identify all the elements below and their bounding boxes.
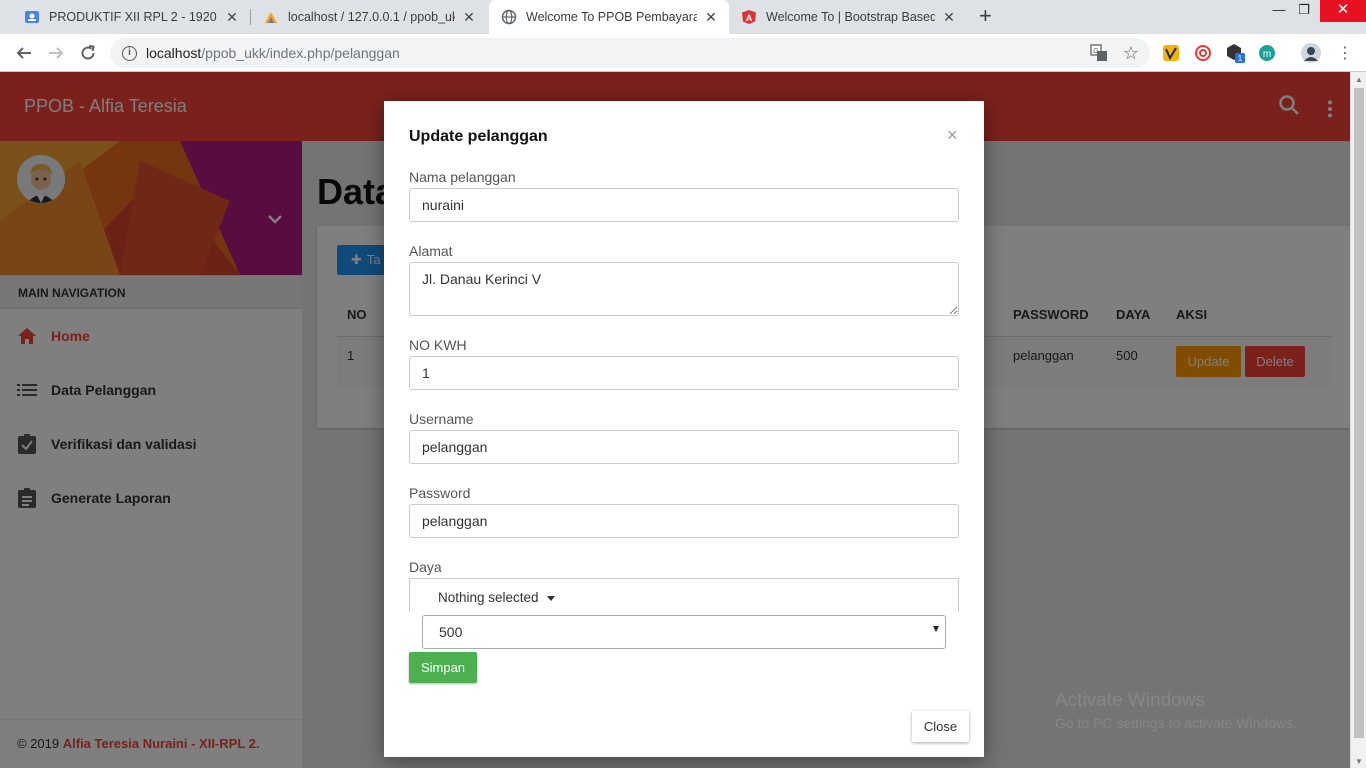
back-icon[interactable] bbox=[12, 41, 36, 65]
vimeo-extension-icon[interactable] bbox=[1160, 42, 1182, 64]
new-tab-icon[interactable]: + bbox=[979, 5, 992, 27]
daya-placeholder: Nothing selected bbox=[438, 590, 539, 605]
svg-text:G: G bbox=[1093, 48, 1098, 55]
browser-menu-icon[interactable]: ⋮ bbox=[1334, 42, 1356, 64]
update-pelanggan-modal: Update pelanggan × Nama pelanggan Alamat… bbox=[384, 101, 984, 757]
kwh-label: NO KWH bbox=[409, 337, 467, 353]
kwh-field[interactable] bbox=[409, 356, 959, 390]
url-host: localhost bbox=[146, 45, 202, 61]
username-label: Username bbox=[409, 411, 474, 427]
scrollbar-thumb[interactable] bbox=[1354, 88, 1364, 738]
alamat-label: Alamat bbox=[409, 243, 453, 259]
tab-close-icon[interactable]: ✕ bbox=[703, 9, 719, 26]
select-arrow-icon bbox=[933, 626, 939, 632]
daya-selected-value: 500 bbox=[439, 624, 463, 640]
extension-badge-count: 1 bbox=[1238, 54, 1243, 63]
daya-bootstrap-select: Nothing selected bbox=[409, 578, 959, 616]
modal-title: Update pelanggan bbox=[409, 128, 548, 145]
close-button[interactable]: Close bbox=[912, 711, 969, 742]
address-bar: i localhost/ppob_ukk/index.php/pelanggan… bbox=[0, 34, 1366, 72]
svg-text:m: m bbox=[1263, 49, 1271, 60]
page-scrollbar[interactable]: ▲ ▼ bbox=[1350, 72, 1366, 768]
nama-field[interactable] bbox=[409, 188, 959, 222]
site-info-icon[interactable]: i bbox=[122, 45, 137, 61]
url-input[interactable]: i localhost/ppob_ukk/index.php/pelanggan bbox=[110, 38, 1150, 68]
daya-label: Daya bbox=[409, 559, 442, 575]
restore-icon[interactable]: ❐ bbox=[1290, 0, 1318, 22]
bookmark-star-icon[interactable]: ☆ bbox=[1120, 42, 1142, 64]
reload-icon[interactable] bbox=[76, 41, 100, 65]
activation-watermark-title: Activate Windows bbox=[1055, 690, 1205, 711]
tab-title: Welcome To PPOB Pembayaran bbox=[526, 10, 697, 24]
simpan-button[interactable]: Simpan bbox=[409, 652, 477, 683]
page-viewport: PPOB - Alfia Teresia MAIN NAVIG bbox=[0, 72, 1350, 768]
forward-icon[interactable] bbox=[44, 41, 68, 65]
translate-icon[interactable]: G bbox=[1088, 42, 1110, 64]
browser-tab-active[interactable]: Welcome To PPOB Pembayaran ✕ bbox=[489, 0, 729, 34]
password-label: Password bbox=[409, 485, 471, 501]
caret-down-icon bbox=[546, 595, 555, 601]
cast-extension-icon[interactable] bbox=[1192, 42, 1214, 64]
activation-watermark-text: Go to PC settings to activate Windows. bbox=[1055, 715, 1297, 731]
daya-select[interactable]: 500 bbox=[422, 615, 946, 649]
browser-tab[interactable]: PRODUKTIF XII RPL 2 - 1920 TIM ✕ bbox=[12, 0, 250, 34]
browser-tab-strip: PRODUKTIF XII RPL 2 - 1920 TIM ✕ localho… bbox=[0, 0, 1366, 34]
browser-tab[interactable]: A Welcome To | Bootstrap Based A ✕ bbox=[729, 0, 967, 34]
angular-favicon-icon: A bbox=[741, 9, 757, 25]
daya-dropdown-toggle[interactable]: Nothing selected bbox=[430, 580, 564, 616]
tab-close-icon[interactable]: ✕ bbox=[461, 9, 477, 26]
tab-close-icon[interactable]: ✕ bbox=[224, 9, 240, 26]
mendeley-extension-icon[interactable]: m bbox=[1256, 42, 1278, 64]
browser-tab[interactable]: localhost / 127.0.0.1 / ppob_ukk ✕ bbox=[251, 0, 487, 34]
tab-title: Welcome To | Bootstrap Based A bbox=[766, 10, 935, 24]
minimize-icon[interactable]: — bbox=[1265, 0, 1293, 22]
password-field[interactable] bbox=[409, 504, 959, 538]
scroll-down-icon[interactable]: ▼ bbox=[1351, 757, 1366, 766]
alamat-field[interactable]: Jl. Danau Kerinci V bbox=[409, 262, 959, 316]
globe-favicon-icon bbox=[501, 9, 517, 25]
svg-text:A: A bbox=[746, 13, 753, 23]
url-path: /ppob_ukk/index.php/pelanggan bbox=[201, 45, 400, 61]
nama-label: Nama pelanggan bbox=[409, 169, 516, 185]
tab-close-icon[interactable]: ✕ bbox=[941, 9, 957, 26]
scroll-up-icon[interactable]: ▲ bbox=[1351, 75, 1366, 84]
username-field[interactable] bbox=[409, 430, 959, 464]
cube-extension-icon[interactable]: 1 bbox=[1224, 42, 1246, 64]
phpmyadmin-favicon-icon bbox=[263, 9, 279, 25]
window-close-icon[interactable]: ✕ bbox=[1320, 0, 1366, 22]
modal-close-icon[interactable]: × bbox=[947, 125, 958, 146]
classroom-favicon-icon bbox=[24, 9, 40, 25]
profile-avatar-icon[interactable] bbox=[1300, 42, 1322, 64]
tab-title: PRODUKTIF XII RPL 2 - 1920 TIM bbox=[49, 10, 218, 24]
tab-title: localhost / 127.0.0.1 / ppob_ukk bbox=[288, 10, 455, 24]
